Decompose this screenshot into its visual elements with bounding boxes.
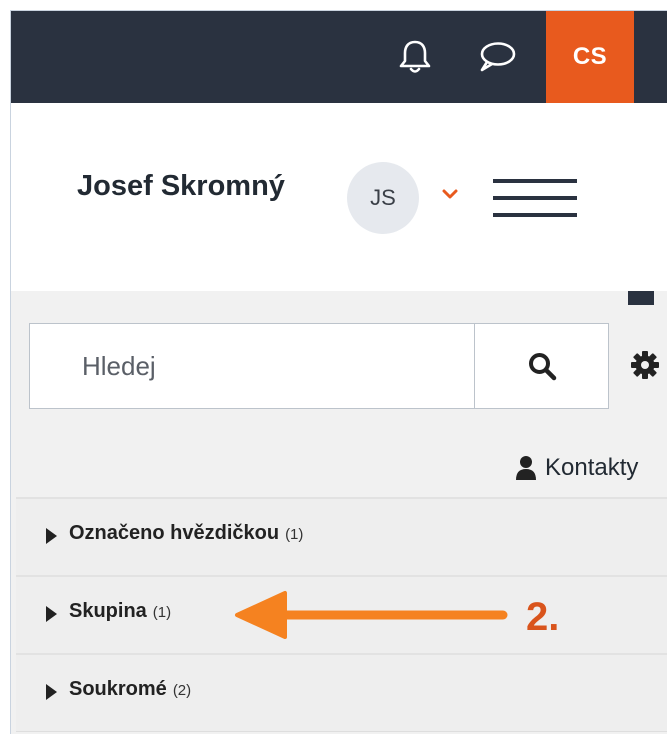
annotation-step-label: 2. [526,595,560,639]
group-count: (1) [285,526,304,543]
group-label: Skupina (1) [69,600,172,622]
settings-button[interactable] [629,349,661,381]
group-count: (1) [152,604,172,621]
hamburger-menu-button[interactable] [493,179,577,217]
caret-right-icon [46,528,57,544]
contacts-link[interactable]: Kontakty [515,453,638,483]
contacts-label: Kontakty [545,454,639,481]
page-frame: CS Josef Skromný JS Hledej Kontakty Ozna… [10,10,667,734]
hamburger-line [493,179,577,183]
user-menu-toggle[interactable] [441,185,459,203]
expand-icon[interactable] [628,291,654,305]
group-label: Označeno hvězdičkou (1) [69,522,304,544]
top-navbar: CS [11,11,667,103]
gear-icon [631,351,659,379]
hamburger-line [493,213,577,217]
avatar-initials: JS [370,185,396,210]
caret-right-icon [46,684,57,700]
group-count: (2) [172,682,192,699]
search-button[interactable] [474,324,608,408]
caret-right-icon [46,606,57,622]
search-box [29,323,609,409]
search-icon [528,353,556,381]
chat-bubble-icon [480,42,516,72]
chevron-down-icon [442,189,458,199]
annotation-arrow-icon [235,591,508,639]
user-bar: Josef Skromný JS [11,103,667,291]
user-icon [516,456,536,480]
avatar[interactable]: JS [347,162,419,234]
language-button[interactable]: CS [546,11,634,103]
group-label: Soukromé (2) [69,678,192,700]
group-private[interactable]: Soukromé (2) [16,653,667,732]
user-name: Josef Skromný [77,170,285,202]
bell-icon [399,40,431,73]
messages-button[interactable] [467,11,527,103]
search-input[interactable] [30,324,474,408]
group-starred[interactable]: Označeno hvězdičkou (1) [16,497,667,576]
notifications-button[interactable] [385,11,445,103]
hamburger-line [493,196,577,200]
